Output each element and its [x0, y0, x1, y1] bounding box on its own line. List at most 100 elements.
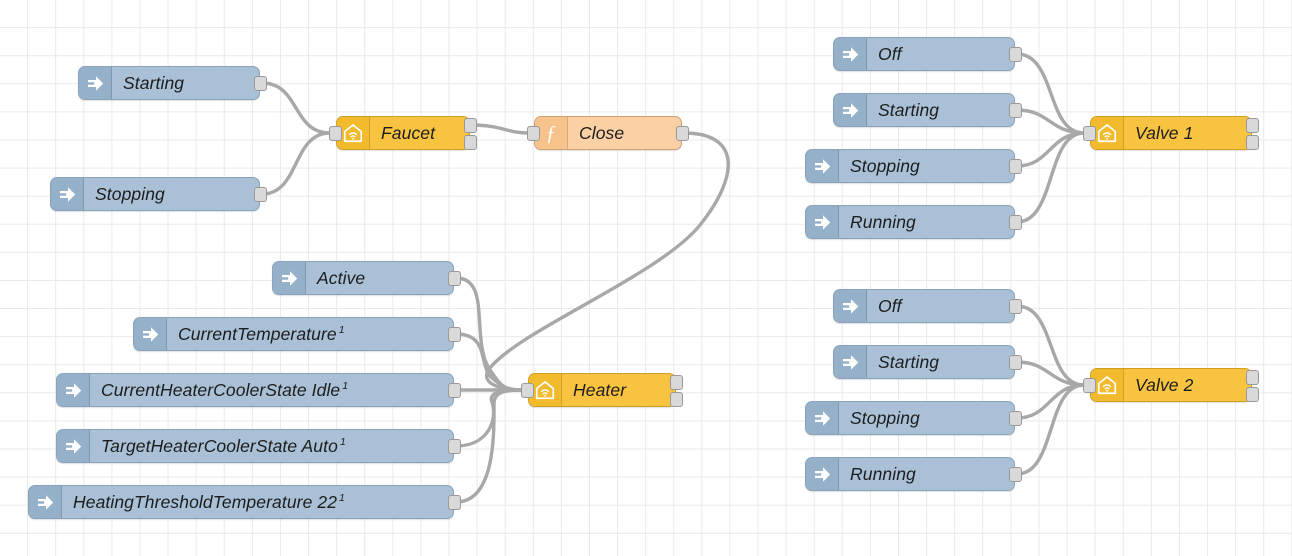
inject-arrow-icon — [65, 438, 81, 454]
wire-n_faucet-to-n_close[interactable] — [470, 123, 530, 135]
node-n_close[interactable]: ƒ Close — [527, 116, 689, 150]
wire-n_heatingthreshold-to-n_heater[interactable] — [454, 388, 524, 504]
node-output-port-1[interactable] — [254, 76, 267, 91]
node-output-port-1[interactable] — [1009, 103, 1022, 118]
inject-arrow-icon — [842, 46, 858, 62]
node-n_starting_3[interactable]: Starting — [812, 345, 1022, 379]
node-label: Valve 2 — [1135, 374, 1194, 395]
node-output-port-1[interactable] — [1246, 370, 1259, 385]
node-input-port[interactable] — [527, 126, 540, 141]
node-output-port-2[interactable] — [670, 392, 683, 407]
node-input-port[interactable] — [1083, 126, 1096, 141]
wire-n_off_1-to-n_valve1[interactable] — [1015, 52, 1086, 135]
homekit-house-icon — [1097, 376, 1117, 395]
node-input-port[interactable] — [329, 126, 342, 141]
node-output-port-1[interactable] — [1009, 159, 1022, 174]
node-n_active[interactable]: Active — [251, 261, 461, 295]
node-label: Valve 1 — [1135, 122, 1194, 143]
node-output-port-2[interactable] — [1246, 387, 1259, 402]
node-input-port[interactable] — [521, 383, 534, 398]
node-n_currenttemperature[interactable]: CurrentTemperature 1 — [112, 317, 461, 351]
node-output-port-1[interactable] — [254, 187, 267, 202]
node-n_targetheatercoolerstate[interactable]: TargetHeaterCoolerState Auto 1 — [35, 429, 461, 463]
node-output-port-1[interactable] — [448, 327, 461, 342]
node-icon-inject-arrow-icon — [834, 94, 867, 126]
node-output-port-1[interactable] — [464, 118, 477, 133]
node-n_currentheatercoolerstate[interactable]: CurrentHeaterCoolerState Idle 1 — [35, 373, 461, 407]
node-n_running_1[interactable]: Running — [784, 205, 1022, 239]
node-input-port[interactable] — [1083, 378, 1096, 393]
inject-trigger-inner — [41, 382, 57, 400]
node-output-port-1[interactable] — [1009, 411, 1022, 426]
node-output-port-1[interactable] — [448, 271, 461, 286]
node-output-port-1[interactable] — [448, 495, 461, 510]
node-output-port-1[interactable] — [1009, 467, 1022, 482]
node-output-port-1[interactable] — [1009, 215, 1022, 230]
node-icon-inject-arrow-icon — [29, 486, 62, 518]
wire-n_targetheatercoolerstate-to-n_heater[interactable] — [454, 388, 524, 448]
wire-n_running_2-to-n_valve2[interactable] — [1015, 383, 1086, 476]
wire-n_running_1-to-n_valve1[interactable] — [1015, 131, 1086, 224]
flow-canvas[interactable]: Starting Stopping Faucet ƒ Close Active Curren… — [0, 0, 1292, 556]
node-n_valve2[interactable]: Valve 2 — [1083, 368, 1259, 402]
node-n_running_2[interactable]: Running — [784, 457, 1022, 491]
inject-arrow-icon — [142, 326, 158, 342]
wire-n_stopping_3-to-n_valve2[interactable] — [1015, 383, 1086, 420]
node-label: CurrentHeaterCoolerState Idle 1 — [101, 379, 349, 400]
node-icon-inject-arrow-icon — [51, 178, 84, 210]
node-output-port-1[interactable] — [1009, 355, 1022, 370]
inject-trigger-inner — [63, 75, 79, 93]
node-label: Starting — [123, 72, 185, 93]
inject-arrow-icon — [842, 102, 858, 118]
node-output-port-2[interactable] — [464, 135, 477, 150]
node-icon-inject-arrow-icon — [806, 458, 839, 490]
node-output-port-1[interactable] — [448, 439, 461, 454]
wire-n_currenttemperature-to-n_heater[interactable] — [454, 332, 524, 392]
inject-trigger-inner — [818, 298, 834, 316]
inject-arrow-icon — [814, 214, 830, 230]
node-output-port-1[interactable] — [1009, 47, 1022, 62]
inject-arrow-icon — [814, 466, 830, 482]
wire-n_close-to-n_heater[interactable] — [484, 131, 730, 392]
inject-trigger-inner — [818, 354, 834, 372]
node-n_stopping_3[interactable]: Stopping — [784, 401, 1022, 435]
inject-arrow-icon — [281, 270, 297, 286]
node-n_stopping_2[interactable]: Stopping — [784, 149, 1022, 183]
homekit-house-icon — [1097, 124, 1117, 143]
wire-n_starting_2-to-n_valve1[interactable] — [1015, 108, 1086, 135]
node-n_faucet[interactable]: Faucet — [329, 116, 477, 150]
node-label: TargetHeaterCoolerState Auto 1 — [101, 435, 346, 456]
node-label: Faucet — [381, 122, 436, 143]
node-label-superscript: 1 — [339, 435, 346, 448]
node-output-port-1[interactable] — [676, 126, 689, 141]
inject-trigger-inner — [790, 466, 806, 484]
node-output-port-2[interactable] — [1246, 135, 1259, 150]
node-n_heater[interactable]: Heater — [521, 373, 683, 407]
inject-trigger-inner — [41, 438, 57, 456]
node-label: Stopping — [95, 183, 165, 204]
wire-n_starting_3-to-n_valve2[interactable] — [1015, 360, 1086, 387]
node-label: CurrentTemperature 1 — [178, 323, 345, 344]
wire-n_stopping_1-to-n_faucet[interactable] — [260, 131, 332, 196]
node-label: Heater — [573, 379, 627, 400]
inject-trigger-inner — [790, 214, 806, 232]
inject-trigger-inner — [257, 270, 273, 288]
node-n_off_2[interactable]: Off — [812, 289, 1022, 323]
node-n_starting_1[interactable]: Starting — [57, 66, 267, 100]
node-n_valve1[interactable]: Valve 1 — [1083, 116, 1259, 150]
node-n_off_1[interactable]: Off — [812, 37, 1022, 71]
wire-n_off_2-to-n_valve2[interactable] — [1015, 304, 1086, 387]
wire-n_stopping_2-to-n_valve1[interactable] — [1015, 131, 1086, 168]
wire-n_active-to-n_heater[interactable] — [454, 276, 524, 392]
node-output-port-1[interactable] — [1009, 299, 1022, 314]
node-output-port-1[interactable] — [448, 383, 461, 398]
node-n_stopping_1[interactable]: Stopping — [29, 177, 267, 211]
node-n_starting_2[interactable]: Starting — [812, 93, 1022, 127]
wire-n_starting_1-to-n_faucet[interactable] — [260, 81, 332, 135]
node-n_heatingthreshold[interactable]: HeatingThresholdTemperature 22 1 — [7, 485, 461, 519]
node-label-superscript: 1 — [339, 491, 345, 504]
inject-trigger-inner — [818, 102, 834, 120]
homekit-house-icon — [535, 381, 555, 400]
node-output-port-1[interactable] — [670, 375, 683, 390]
node-output-port-1[interactable] — [1246, 118, 1259, 133]
